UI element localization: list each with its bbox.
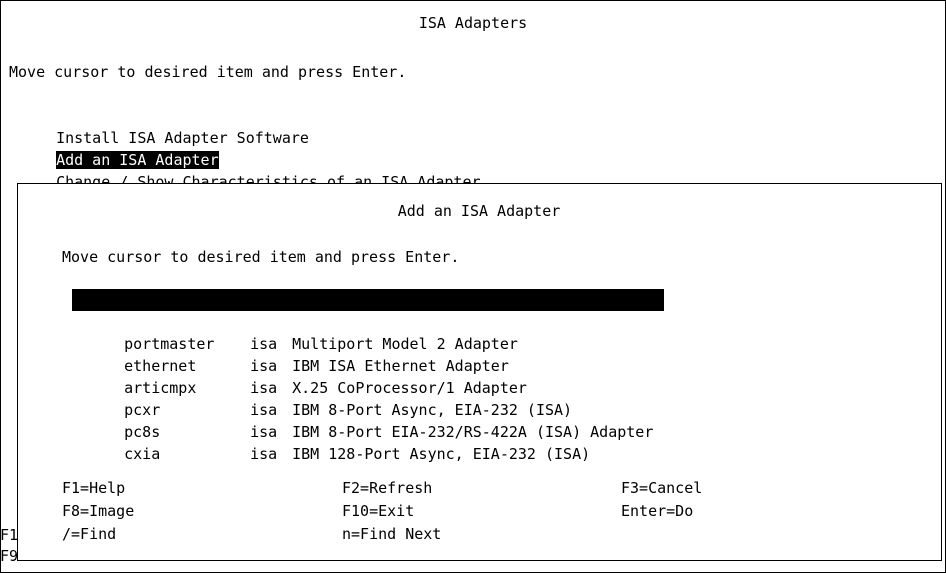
menu-item-add-isa-adapter[interactable]: Add an ISA Adapter	[38, 127, 219, 169]
screen-title: ISA Adapters	[418, 14, 528, 32]
fkey-f1-partial[interactable]: F1	[0, 524, 18, 546]
adapter-row-pc8s[interactable]: pc8s isa IBM 8-Port EIA-232/RS-422A (ISA) …	[72, 399, 655, 441]
adapter-row-portmaster[interactable]: portmaster isa Multiport Model 2 Adapter	[72, 311, 520, 353]
adapter-bus: isa	[250, 445, 278, 463]
fkey-help[interactable]: F1=Help	[62, 477, 125, 499]
adapter-row-pcxr[interactable]: pcxr isa IBM 8-Port Async, EIA-232 (ISA)	[72, 377, 574, 419]
fkey-cancel[interactable]: F3=Cancel	[621, 477, 702, 499]
fkey-exit[interactable]: F10=Exit	[342, 500, 414, 522]
adapter-row-tokenring[interactable]: tokenring isa IBM 16/4 PowerPC Token-Ring …	[72, 289, 665, 331]
dialog-instruction: Move cursor to desired item and press En…	[62, 248, 460, 266]
fkey-enter-do[interactable]: Enter=Do	[621, 500, 693, 522]
adapter-name: cxia	[124, 445, 161, 463]
adapter-row-articmpx[interactable]: articmpx isa X.25 CoProcessor/1 Adapter	[72, 355, 529, 397]
fkey-refresh[interactable]: F2=Refresh	[342, 477, 432, 499]
dialog-title: Add an ISA Adapter	[397, 202, 561, 220]
screen-instruction: Move cursor to desired item and press En…	[9, 63, 407, 81]
add-isa-adapter-dialog: Add an ISA Adapter Move cursor to desire…	[17, 183, 942, 561]
menu-item-change-show-characteristics[interactable]: Change / Show Characteristics of an ISA …	[38, 149, 480, 191]
adapter-row-cxia[interactable]: cxia isa IBM 128-Port Async, EIA-232 (ISA)	[72, 421, 592, 463]
menu-item-install-isa-adapter-software[interactable]: Install ISA Adapter Software	[38, 105, 309, 147]
fkey-image[interactable]: F8=Image	[62, 500, 134, 522]
adapter-row-ethernet[interactable]: ethernet isa IBM ISA Ethernet Adapter	[72, 333, 511, 375]
fkey-find[interactable]: /=Find	[62, 523, 116, 545]
fkey-f9-partial[interactable]: F9	[0, 545, 18, 567]
adapter-description: IBM 128-Port Async, EIA-232 (ISA)	[292, 445, 591, 463]
fkey-find-next[interactable]: n=Find Next	[342, 523, 441, 545]
